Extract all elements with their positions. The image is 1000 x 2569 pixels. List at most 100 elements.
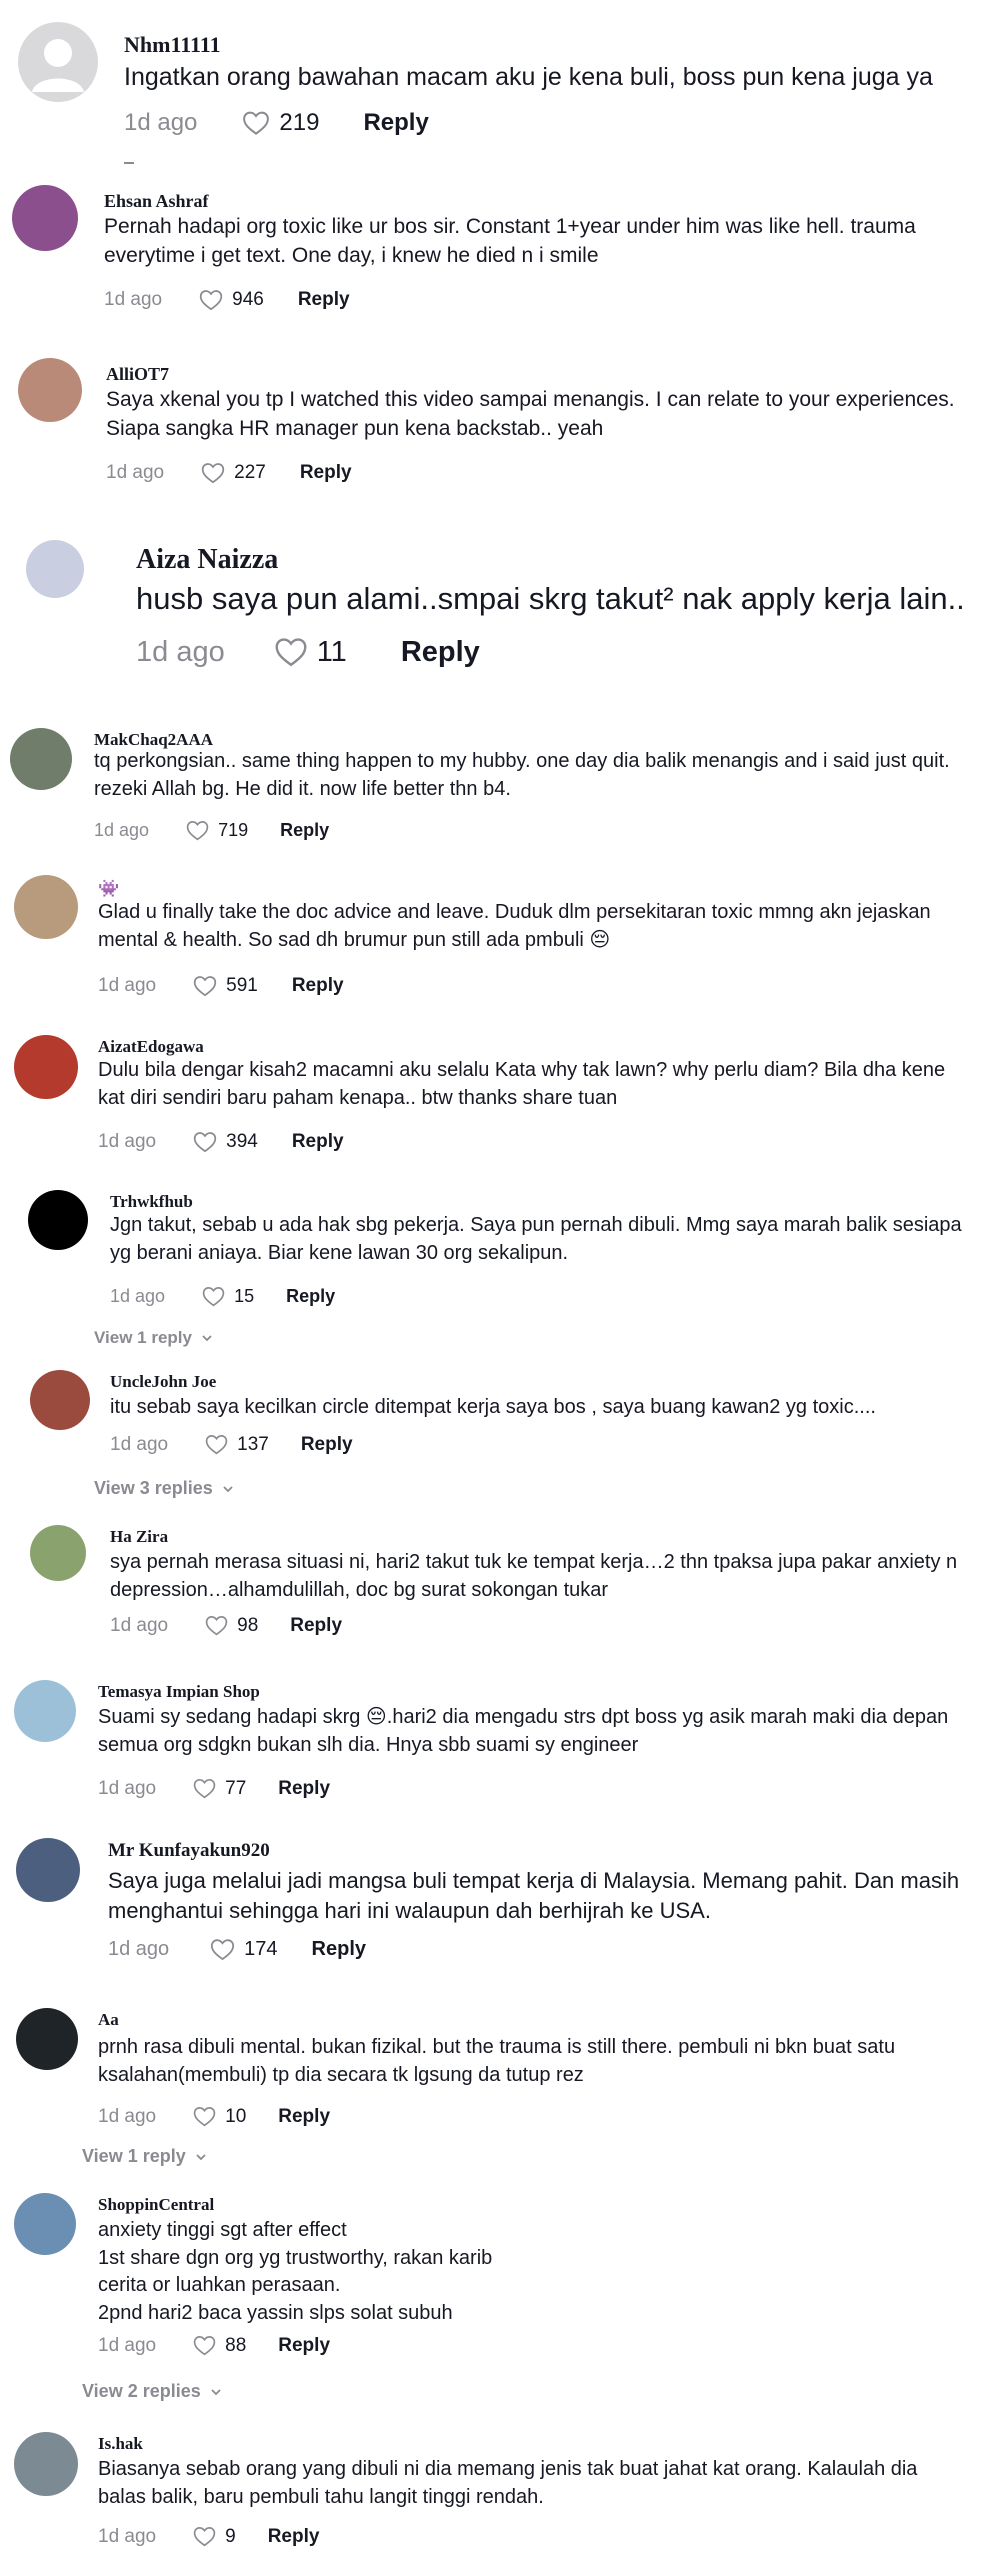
username[interactable]: Aa: [98, 2010, 119, 2030]
reply-button[interactable]: Reply: [290, 1615, 342, 1637]
reply-button[interactable]: Reply: [301, 1434, 353, 1456]
avatar[interactable]: [14, 2432, 78, 2496]
like-count: 174: [244, 1938, 278, 1960]
avatar[interactable]: [30, 1370, 90, 1430]
like-count: 98: [237, 1614, 259, 1636]
avatar[interactable]: [14, 875, 78, 939]
like-button[interactable]: 10: [192, 2104, 246, 2129]
reply-button[interactable]: Reply: [280, 820, 329, 841]
reply-button[interactable]: Reply: [278, 2335, 330, 2357]
timestamp: 1d ago: [98, 2525, 157, 2547]
avatar[interactable]: [26, 540, 84, 598]
username[interactable]: 👾: [98, 879, 119, 899]
timestamp: 1d ago: [98, 1777, 157, 1799]
avatar[interactable]: [30, 1525, 86, 1581]
timestamp: 1d ago: [98, 1131, 157, 1152]
chevron-down-icon: [186, 2150, 208, 2164]
username[interactable]: Nhm11111: [124, 32, 221, 58]
avatar[interactable]: [14, 1680, 76, 1742]
username[interactable]: AlliOT7: [106, 364, 169, 385]
like-button[interactable]: 227: [200, 460, 266, 486]
reply-button[interactable]: Reply: [300, 462, 352, 484]
view-replies-button[interactable]: View 1 reply: [94, 1328, 214, 1348]
heart-icon[interactable]: [198, 287, 224, 313]
username[interactable]: Ehsan Ashraf: [104, 191, 209, 212]
username[interactable]: AizatEdogawa: [98, 1037, 204, 1057]
like-button[interactable]: 98: [204, 1613, 258, 1638]
username[interactable]: Ha Zira: [110, 1527, 168, 1547]
like-button[interactable]: 88: [192, 2333, 246, 2358]
view-replies-button[interactable]: View 3 replies: [94, 1478, 235, 1499]
heart-icon[interactable]: [192, 973, 218, 999]
like-button[interactable]: 11: [273, 634, 347, 670]
heart-icon[interactable]: [192, 2333, 217, 2358]
view-replies-button[interactable]: View 2 replies: [82, 2381, 223, 2402]
avatar[interactable]: [18, 358, 82, 422]
timestamp: 1d ago: [98, 2334, 157, 2356]
heart-icon[interactable]: [192, 1776, 217, 1801]
like-count: 719: [218, 820, 249, 840]
heart-icon[interactable]: [204, 1432, 229, 1457]
like-button[interactable]: 219: [241, 108, 319, 138]
avatar[interactable]: [14, 1035, 78, 1099]
avatar[interactable]: [18, 22, 98, 102]
like-button[interactable]: 77: [192, 1776, 246, 1801]
avatar[interactable]: [10, 728, 72, 790]
view-replies-button[interactable]: View 1 reply: [82, 2146, 208, 2167]
comment-text: Biasanya sebab orang yang dibuli ni dia …: [98, 2458, 918, 2508]
like-button[interactable]: 946: [198, 287, 264, 313]
comment-meta: 1d ago 227 Reply: [106, 460, 352, 486]
reply-button[interactable]: Reply: [268, 2526, 320, 2548]
username[interactable]: Trhwkfhub: [110, 1192, 193, 1212]
username[interactable]: Is.hak: [98, 2434, 143, 2454]
reply-button[interactable]: Reply: [292, 975, 344, 997]
comment-text: sya pernah merasa situasi ni, hari2 taku…: [110, 1551, 958, 1601]
heart-icon[interactable]: [204, 1613, 229, 1638]
like-button[interactable]: 394: [192, 1129, 258, 1155]
comment-meta: 1d ago 719 Reply: [94, 818, 329, 843]
like-button[interactable]: 591: [192, 973, 258, 999]
timestamp: 1d ago: [104, 289, 163, 310]
avatar[interactable]: [12, 185, 78, 251]
comment-meta: 1d ago 946 Reply: [104, 287, 350, 313]
view-replies-label: View 1 reply: [94, 1328, 192, 1347]
username[interactable]: ShoppinCentral: [98, 2195, 214, 2215]
like-count: 137: [237, 1433, 269, 1455]
reply-button[interactable]: Reply: [401, 636, 480, 669]
reply-button[interactable]: Reply: [312, 1938, 366, 1961]
like-button[interactable]: 174: [209, 1936, 278, 1963]
like-button[interactable]: 9: [192, 2524, 236, 2549]
reply-button[interactable]: Reply: [363, 109, 428, 137]
heart-icon[interactable]: [209, 1936, 236, 1963]
username[interactable]: Mr Kunfayakun920: [108, 1840, 270, 1862]
timestamp: 1d ago: [94, 820, 150, 840]
comment-meta: 1d ago 137 Reply: [110, 1432, 353, 1457]
avatar[interactable]: [16, 2008, 78, 2070]
reply-button[interactable]: Reply: [286, 1286, 335, 1307]
heart-icon[interactable]: [185, 818, 210, 843]
reply-button[interactable]: Reply: [278, 2106, 330, 2128]
like-button[interactable]: 15: [201, 1284, 254, 1309]
username[interactable]: MakChaq2AAA: [94, 730, 213, 750]
heart-icon[interactable]: [201, 1284, 226, 1309]
reply-button[interactable]: Reply: [278, 1778, 330, 1800]
heart-icon[interactable]: [192, 2524, 217, 2549]
avatar[interactable]: [14, 2193, 76, 2255]
reply-button[interactable]: Reply: [292, 1131, 344, 1153]
heart-icon[interactable]: [192, 1129, 218, 1155]
timestamp: 1d ago: [106, 462, 165, 483]
heart-icon[interactable]: [192, 2104, 217, 2129]
comment-text: Dulu bila dengar kisah2 macamni aku sela…: [98, 1059, 946, 1109]
heart-icon[interactable]: [241, 108, 271, 138]
username[interactable]: Temasya Impian Shop: [98, 1682, 260, 1702]
like-button[interactable]: 137: [204, 1432, 269, 1457]
timestamp: 1d ago: [124, 109, 198, 136]
like-button[interactable]: 719: [185, 818, 248, 843]
avatar[interactable]: [16, 1838, 80, 1902]
avatar[interactable]: [28, 1190, 88, 1250]
username[interactable]: UncleJohn Joe: [110, 1372, 216, 1392]
reply-button[interactable]: Reply: [298, 289, 350, 311]
heart-icon[interactable]: [273, 634, 309, 670]
username[interactable]: Aiza Naizza: [136, 544, 278, 576]
heart-icon[interactable]: [200, 460, 226, 486]
